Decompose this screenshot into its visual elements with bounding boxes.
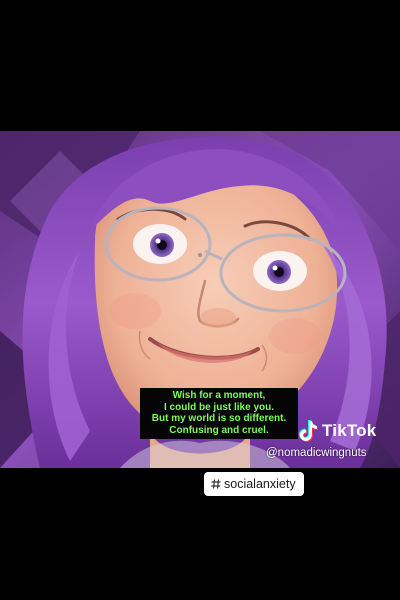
- caption-box: Wish for a moment, I could be just like …: [140, 388, 298, 439]
- caption-line-4: Confusing and cruel.: [169, 424, 269, 436]
- tiktok-note-icon: [299, 420, 318, 442]
- hashtag-sticker[interactable]: socialanxiety: [204, 472, 304, 496]
- caption-line-1: Wish for a moment,: [172, 390, 266, 401]
- tiktok-brand-label: TikTok: [322, 421, 377, 440]
- tiktok-username: @nomadicwingnuts: [266, 447, 367, 459]
- caption-line-3: But my world is so different.: [151, 413, 287, 424]
- caption-line-2: I could be just like you.: [163, 401, 275, 413]
- hashtag-icon: [211, 479, 221, 489]
- hashtag-label: socialanxiety: [224, 477, 296, 491]
- tiktok-watermark: TikTok: [297, 419, 376, 443]
- story-screen: Wish for a moment, I could be just like …: [0, 0, 400, 600]
